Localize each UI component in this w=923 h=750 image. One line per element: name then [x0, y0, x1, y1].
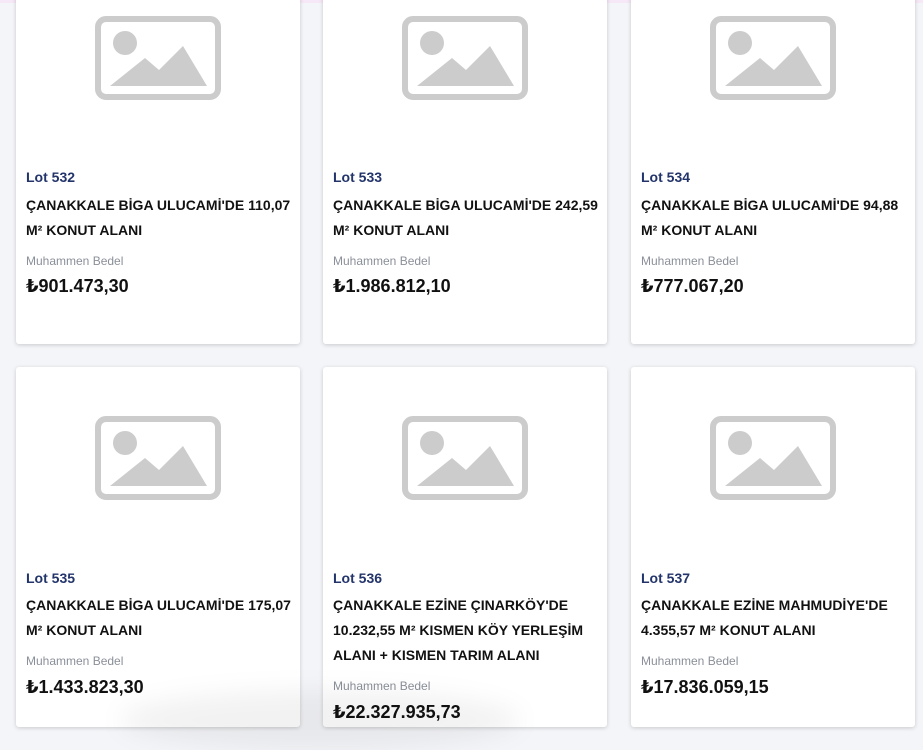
lot-thumbnail[interactable]: [631, 0, 915, 140]
lot-number[interactable]: Lot 537: [641, 570, 690, 586]
price-value: ₺1.986.812,10: [333, 276, 451, 296]
lot-thumbnail[interactable]: [323, 367, 607, 517]
lot-grid: Lot 532 ÇANAKKALE BİGA ULUCAMİ'DE 110,07…: [0, 0, 923, 750]
lot-card[interactable]: Lot 537 ÇANAKKALE EZİNE MAHMUDİYE'DE 4.3…: [631, 367, 915, 727]
price-label: Muhammen Bedel: [333, 254, 431, 268]
price-label: Muhammen Bedel: [641, 654, 739, 668]
lot-thumbnail[interactable]: [16, 0, 300, 140]
lot-card[interactable]: Lot 532 ÇANAKKALE BİGA ULUCAMİ'DE 110,07…: [16, 0, 300, 344]
lot-number[interactable]: Lot 533: [333, 169, 382, 185]
price-value: ₺17.836.059,15: [641, 677, 769, 697]
lot-thumbnail[interactable]: [16, 367, 300, 517]
lot-thumbnail[interactable]: [323, 0, 607, 140]
lot-number[interactable]: Lot 532: [26, 169, 75, 185]
lot-card[interactable]: Lot 533 ÇANAKKALE BİGA ULUCAMİ'DE 242,59…: [323, 0, 607, 344]
price-value: ₺1.433.823,30: [26, 677, 144, 697]
lot-title[interactable]: ÇANAKKALE BİGA ULUCAMİ'DE 242,59 M² KONU…: [333, 193, 601, 243]
price-label: Muhammen Bedel: [26, 254, 124, 268]
lot-title[interactable]: ÇANAKKALE BİGA ULUCAMİ'DE 110,07 M² KONU…: [26, 193, 294, 243]
lot-card[interactable]: Lot 536 ÇANAKKALE EZİNE ÇINARKÖY'DE 10.2…: [323, 367, 607, 727]
image-placeholder-icon: [710, 16, 836, 100]
lot-card[interactable]: Lot 535 ÇANAKKALE BİGA ULUCAMİ'DE 175,07…: [16, 367, 300, 727]
image-placeholder-icon: [402, 16, 528, 100]
lot-number[interactable]: Lot 536: [333, 570, 382, 586]
lot-number[interactable]: Lot 534: [641, 169, 690, 185]
lot-title[interactable]: ÇANAKKALE EZİNE MAHMUDİYE'DE 4.355,57 M²…: [641, 593, 909, 643]
lot-title[interactable]: ÇANAKKALE BİGA ULUCAMİ'DE 94,88 M² KONUT…: [641, 193, 909, 243]
image-placeholder-icon: [95, 416, 221, 500]
lot-thumbnail[interactable]: [631, 367, 915, 517]
scroll-shadow: [120, 690, 520, 750]
lot-number[interactable]: Lot 535: [26, 570, 75, 586]
image-placeholder-icon: [710, 416, 836, 500]
image-placeholder-icon: [402, 416, 528, 500]
price-label: Muhammen Bedel: [26, 654, 124, 668]
image-placeholder-icon: [95, 16, 221, 100]
price-value: ₺777.067,20: [641, 276, 744, 296]
lot-card[interactable]: Lot 534 ÇANAKKALE BİGA ULUCAMİ'DE 94,88 …: [631, 0, 915, 344]
price-value: ₺901.473,30: [26, 276, 129, 296]
price-label: Muhammen Bedel: [641, 254, 739, 268]
lot-title[interactable]: ÇANAKKALE BİGA ULUCAMİ'DE 175,07 M² KONU…: [26, 593, 294, 643]
lot-title[interactable]: ÇANAKKALE EZİNE ÇINARKÖY'DE 10.232,55 M²…: [333, 593, 601, 668]
